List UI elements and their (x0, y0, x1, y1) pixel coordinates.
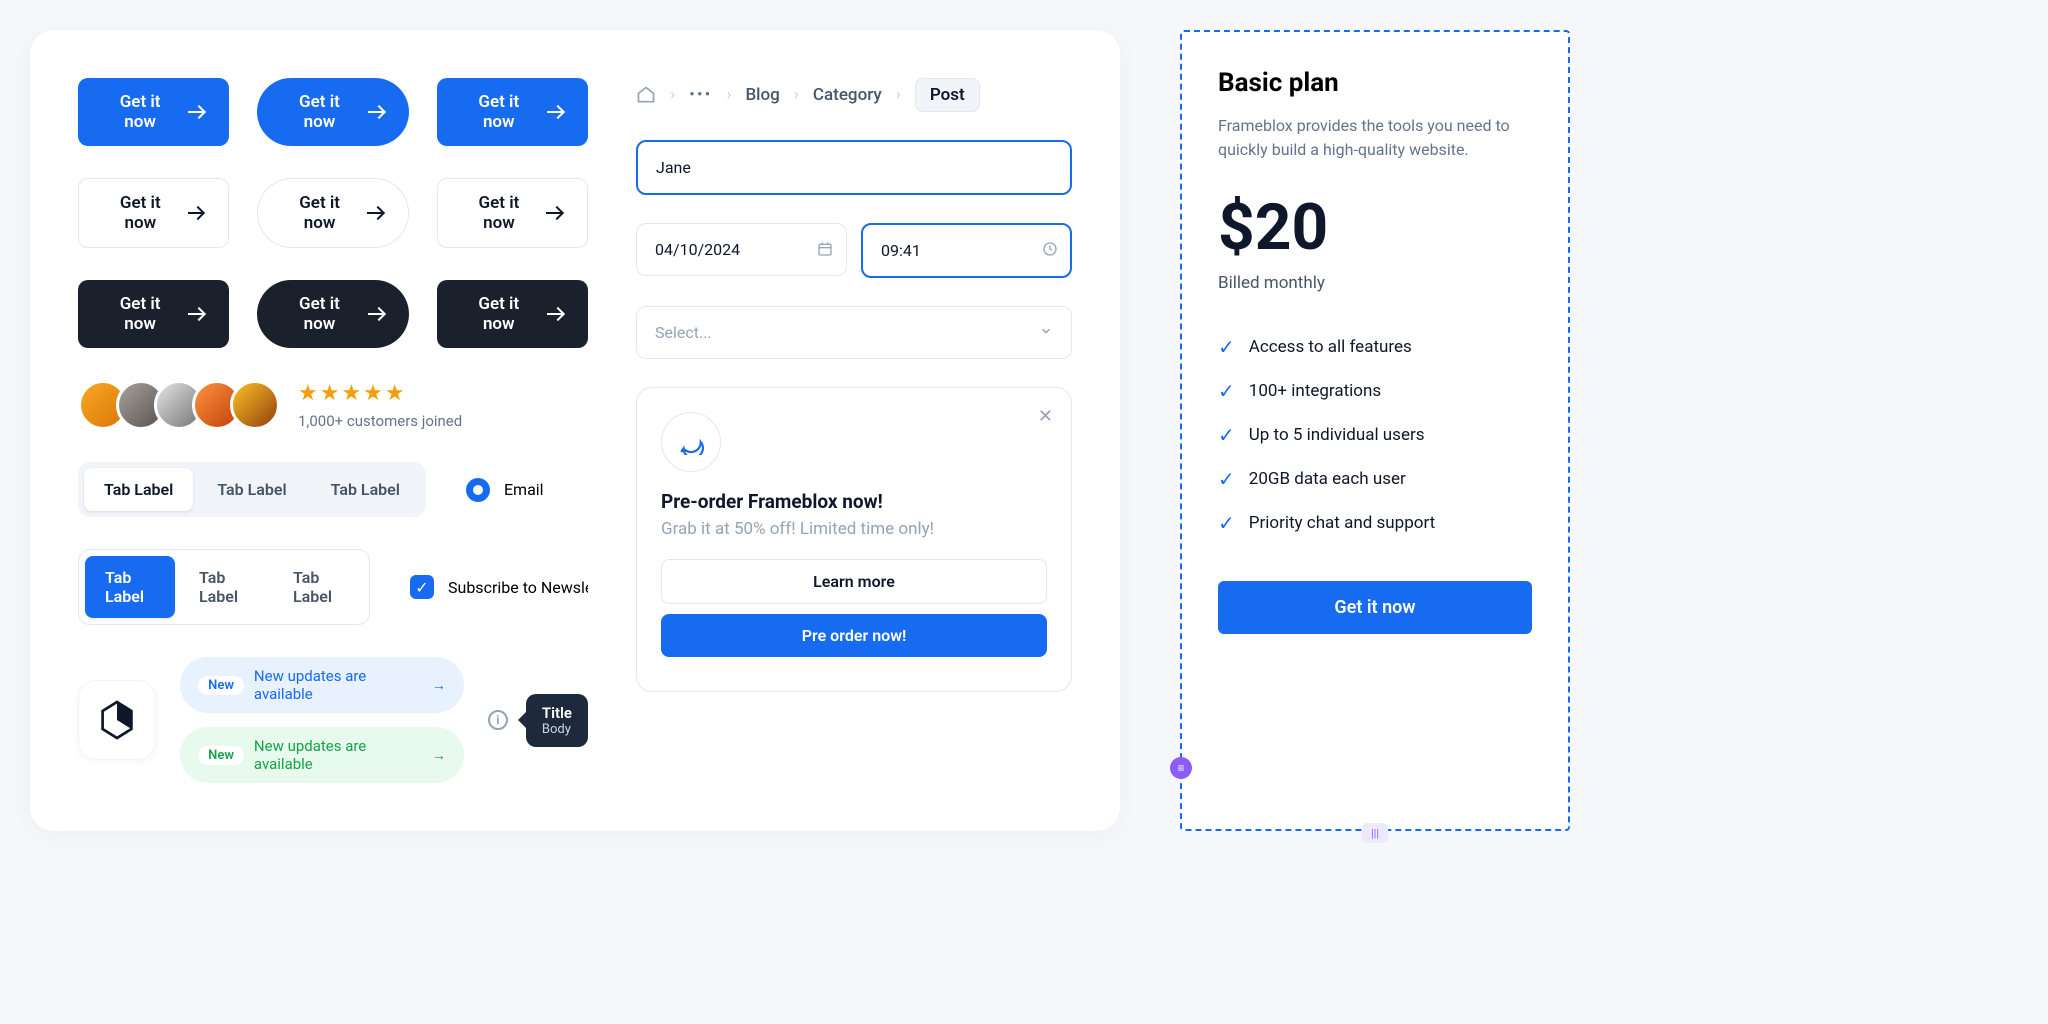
chevron-down-icon (1039, 323, 1053, 342)
star-rating-icon: ★★★★★ (298, 381, 462, 406)
arrow-right-icon (546, 212, 561, 214)
chevron-right-icon: › (726, 85, 731, 105)
new-badge: New (198, 746, 244, 765)
pricing-description: Frameblox provides the tools you need to… (1218, 114, 1532, 162)
price-value: $20 (1218, 190, 1532, 265)
tab[interactable]: Tab Label (179, 556, 269, 618)
feature-item: ✓Up to 5 individual users (1218, 413, 1532, 457)
breadcrumb-current: Post (915, 78, 980, 112)
billing-cycle: Billed monthly (1218, 273, 1532, 293)
tooltip-body: Body (542, 722, 572, 737)
cta-button-dark-rect[interactable]: Get it now (78, 280, 229, 348)
update-pill-blue[interactable]: New New updates are available → (180, 657, 464, 713)
date-input[interactable] (636, 223, 847, 276)
cta-button-outline-pill[interactable]: Get it now (257, 178, 408, 248)
tabs-segmented: Tab Label Tab Label Tab Label (78, 462, 426, 517)
checkbox-icon: ✓ (410, 575, 434, 599)
home-icon[interactable] (636, 85, 656, 105)
promo-title: Pre-order Frameblox now! (661, 490, 1047, 513)
cta-button-outline-rect-2[interactable]: Get it now (437, 178, 588, 248)
chat-icon (661, 412, 721, 472)
arrow-right-icon (547, 111, 562, 113)
learn-more-button[interactable]: Learn more (661, 559, 1047, 604)
tab[interactable]: Tab Label (311, 468, 420, 511)
check-icon: ✓ (1218, 511, 1235, 535)
pricing-cta-button[interactable]: Get it now (1218, 581, 1532, 634)
check-icon: ✓ (1218, 423, 1235, 447)
checkbox-label: Subscribe to Newsletter (448, 578, 588, 597)
arrow-right-icon (368, 111, 383, 113)
breadcrumb-item[interactable]: Category (813, 85, 882, 105)
tab[interactable]: Tab Label (197, 468, 306, 511)
arrow-right-icon (188, 111, 203, 113)
cta-button-outline-rect[interactable]: Get it now (78, 178, 229, 248)
tooltip: Title Body (526, 694, 588, 747)
calendar-icon[interactable] (817, 241, 833, 261)
tooltip-title: Title (542, 704, 572, 722)
radio-option[interactable]: Email (466, 478, 544, 502)
component-panel: Get it now Get it now Get it now Get it … (30, 30, 1120, 831)
arrow-right-icon (367, 212, 382, 214)
hexagon-icon (99, 700, 135, 740)
pill-text: New updates are available (254, 667, 422, 703)
logo-tile (78, 680, 156, 760)
arrow-right-icon: → (432, 677, 446, 694)
breadcrumb-ellipsis[interactable]: ••• (689, 85, 712, 105)
select-dropdown[interactable]: Select... (636, 306, 1072, 359)
pill-text: New updates are available (254, 737, 422, 773)
avatar (230, 380, 280, 430)
chevron-right-icon: › (794, 85, 799, 105)
pricing-card: Basic plan Frameblox provides the tools … (1180, 30, 1570, 831)
time-input[interactable] (861, 223, 1072, 278)
promo-card: ✕ Pre-order Frameblox now! Grab it at 50… (636, 387, 1072, 692)
chevron-right-icon: › (896, 85, 901, 105)
new-badge: New (198, 676, 244, 695)
info-icon[interactable]: i (488, 710, 508, 730)
preorder-button[interactable]: Pre order now! (661, 614, 1047, 657)
cta-button-primary-rect[interactable]: Get it now (78, 78, 229, 146)
avatar-rating-group: ★★★★★ 1,000+ customers joined (78, 380, 588, 430)
framer-handle-icon[interactable]: ≡ (1170, 757, 1192, 779)
name-input[interactable] (636, 140, 1072, 195)
grid-handle-icon[interactable]: ||| (1362, 823, 1388, 843)
close-icon[interactable]: ✕ (1038, 406, 1053, 427)
tab[interactable]: Tab Label (273, 556, 363, 618)
arrow-right-icon (188, 313, 203, 315)
promo-subtitle: Grab it at 50% off! Limited time only! (661, 519, 1047, 539)
feature-item: ✓Access to all features (1218, 325, 1532, 369)
rating-caption: 1,000+ customers joined (298, 412, 462, 430)
feature-item: ✓Priority chat and support (1218, 501, 1532, 545)
feature-list: ✓Access to all features ✓100+ integratio… (1218, 325, 1532, 545)
arrow-right-icon (547, 313, 562, 315)
cta-button-dark-rect-2[interactable]: Get it now (437, 280, 588, 348)
tab[interactable]: Tab Label (85, 556, 175, 618)
tab[interactable]: Tab Label (84, 468, 193, 511)
cta-button-primary-pill[interactable]: Get it now (257, 78, 408, 146)
update-pill-green[interactable]: New New updates are available → (180, 727, 464, 783)
radio-icon (466, 478, 490, 502)
breadcrumb-item[interactable]: Blog (745, 85, 779, 105)
pricing-title: Basic plan (1218, 68, 1532, 98)
breadcrumb: › ••• › Blog › Category › Post (636, 78, 1072, 112)
arrow-right-icon: → (432, 747, 446, 764)
feature-item: ✓20GB data each user (1218, 457, 1532, 501)
arrow-right-icon (188, 212, 203, 214)
feature-item: ✓100+ integrations (1218, 369, 1532, 413)
cta-button-dark-pill[interactable]: Get it now (257, 280, 408, 348)
tabs-outline: Tab Label Tab Label Tab Label (78, 549, 370, 625)
check-icon: ✓ (1218, 335, 1235, 359)
select-placeholder: Select... (655, 323, 712, 342)
checkbox-option[interactable]: ✓ Subscribe to Newsletter (410, 575, 588, 599)
check-icon: ✓ (1218, 379, 1235, 403)
radio-label: Email (504, 480, 544, 499)
chevron-right-icon: › (670, 85, 675, 105)
arrow-right-icon (368, 313, 383, 315)
check-icon: ✓ (1218, 467, 1235, 491)
clock-icon[interactable] (1042, 241, 1058, 261)
cta-button-primary-rect-2[interactable]: Get it now (437, 78, 588, 146)
